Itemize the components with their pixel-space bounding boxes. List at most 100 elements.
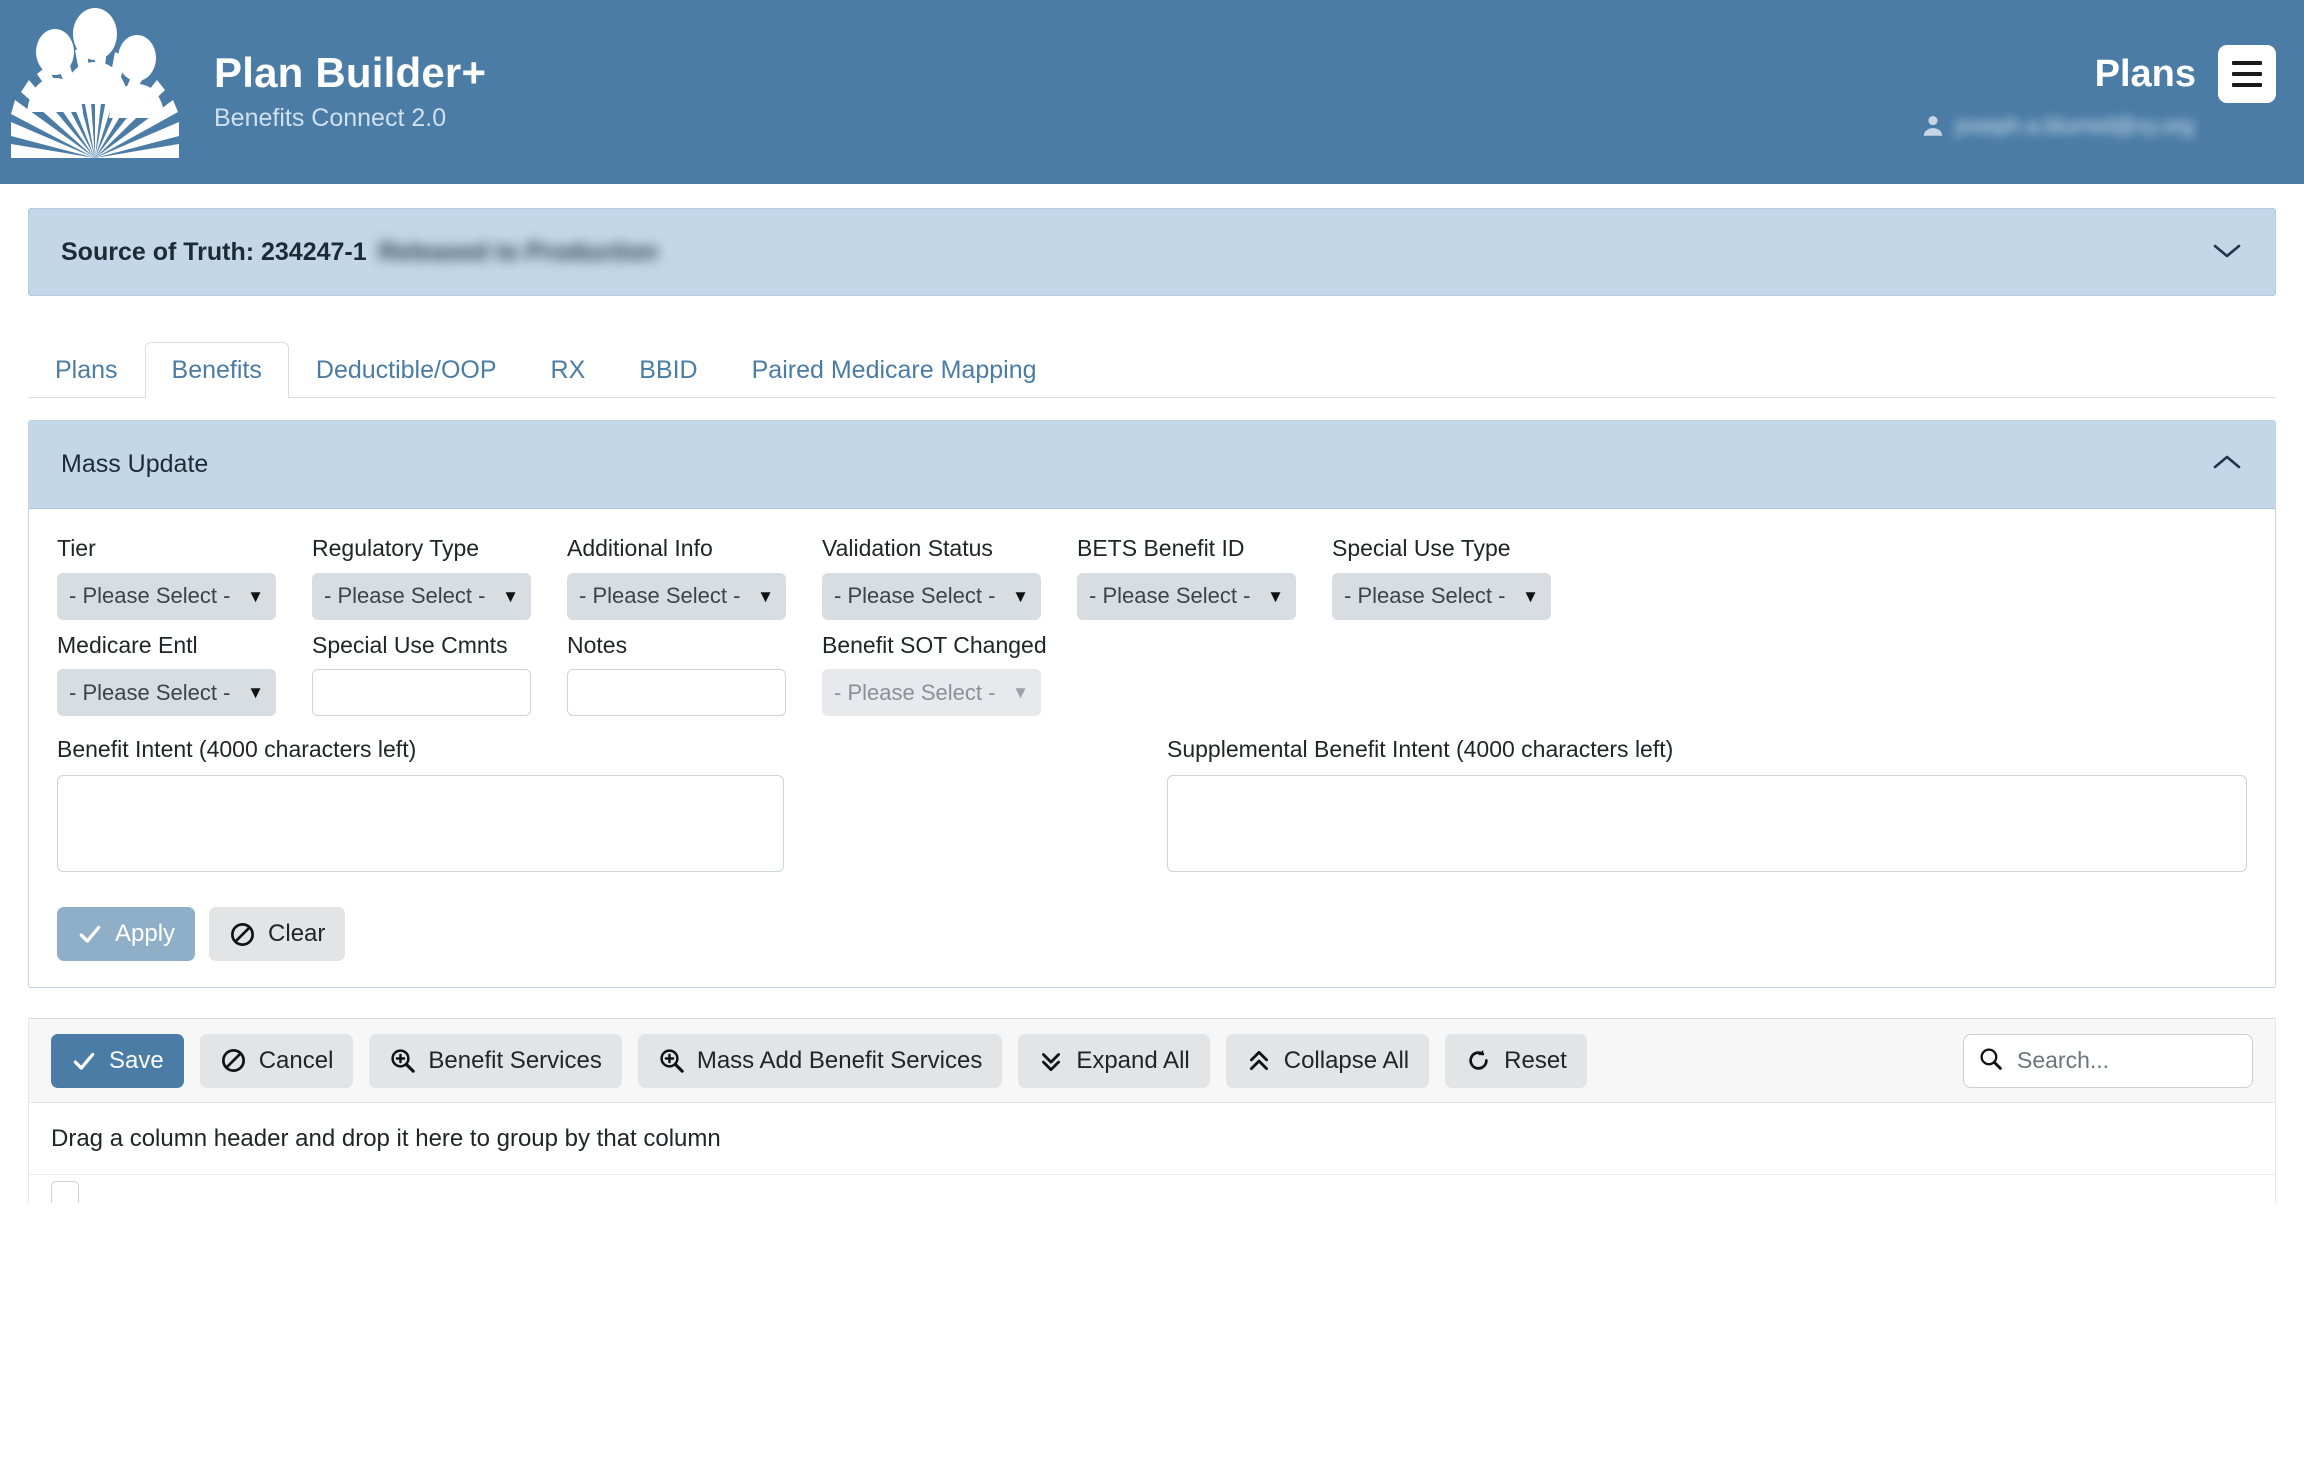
notes-input[interactable]	[567, 669, 786, 717]
field-label: Notes	[567, 631, 628, 658]
hamburger-bar	[2232, 72, 2262, 76]
user-avatar-icon	[1923, 116, 1942, 136]
tab-benefits[interactable]: Benefits	[144, 342, 289, 398]
field-label: Medicare Entl	[57, 631, 198, 658]
tab-rx[interactable]: RX	[524, 342, 613, 398]
select-value: - Please Select -	[834, 583, 996, 609]
additional-info-select[interactable]: - Please Select - ▼	[567, 572, 786, 620]
validation-status-select[interactable]: - Please Select - ▼	[822, 572, 1041, 620]
bets-benefit-id-select[interactable]: - Please Select - ▼	[1077, 572, 1296, 620]
mass-update-actions: Apply Clear	[57, 907, 2247, 962]
user-account[interactable]: joseph.a.blurred@xy.org	[1920, 113, 2276, 139]
supplemental-benefit-intent-textarea[interactable]	[1167, 775, 2247, 873]
chevron-down-icon: ▼	[1012, 683, 1029, 703]
select-value: - Please Select -	[579, 583, 741, 609]
reset-button[interactable]: Reset	[1445, 1033, 1587, 1088]
field-benefit-sot-changed: Benefit SOT Changed - Please Select - ▼	[822, 632, 1077, 717]
header-top-row: Plans	[2095, 45, 2276, 103]
hamburger-bar	[2232, 61, 2262, 65]
field-label: BETS Benefit ID	[1077, 535, 1245, 561]
chevron-down-icon: ▼	[1522, 586, 1539, 606]
field-label: Benefit SOT Changed	[822, 631, 1047, 658]
select-value: - Please Select -	[834, 679, 996, 705]
double-chevron-up-icon	[1246, 1048, 1272, 1074]
hamburger-bar	[2232, 83, 2262, 87]
app-subtitle: Benefits Connect 2.0	[214, 104, 447, 133]
tab-bbid[interactable]: BBID	[612, 342, 724, 398]
search-box[interactable]	[1963, 1033, 2253, 1088]
button-label: Save	[109, 1046, 164, 1074]
field-label: Validation Status	[822, 535, 993, 561]
field-label: Tier	[57, 535, 96, 561]
regulatory-type-select[interactable]: - Please Select - ▼	[312, 572, 531, 620]
mass-update-header[interactable]: Mass Update	[29, 421, 2275, 509]
apply-button[interactable]: Apply	[57, 907, 196, 962]
app-title: Plan Builder+	[214, 48, 487, 96]
field-medicare-entl: Medicare Entl - Please Select - ▼	[57, 632, 312, 717]
tab-plans[interactable]: Plans	[28, 342, 145, 398]
mass-add-benefit-services-button[interactable]: Mass Add Benefit Services	[637, 1033, 1003, 1088]
cancel-button[interactable]: Cancel	[199, 1033, 354, 1088]
field-label: Additional Info	[567, 535, 713, 561]
mass-update-body: Tier - Please Select - ▼ Regulatory Type…	[29, 509, 2275, 987]
source-of-truth-label: Source of Truth: 234247-1	[61, 237, 367, 266]
expand-all-button[interactable]: Expand All	[1018, 1033, 1210, 1088]
chevron-down-icon: ▼	[1267, 586, 1284, 606]
check-icon	[77, 921, 103, 947]
field-label: Regulatory Type	[312, 535, 480, 561]
source-of-truth-panel[interactable]: Source of Truth: 234247-1 Released to Pr…	[28, 208, 2276, 296]
benefit-sot-changed-select[interactable]: - Please Select - ▼	[822, 669, 1041, 717]
chevron-down-icon: ▼	[757, 586, 774, 606]
button-label: Expand All	[1076, 1046, 1190, 1074]
mass-update-row-2: Medicare Entl - Please Select - ▼ Specia…	[57, 632, 2247, 729]
group-by-hint: Drag a column header and drop it here to…	[51, 1124, 721, 1152]
button-label: Benefit Services	[428, 1046, 602, 1074]
zoom-in-icon	[658, 1047, 685, 1074]
chevron-down-icon: ▼	[247, 586, 264, 606]
benefit-intent-textarea[interactable]	[57, 775, 784, 873]
field-label: Special Use Type	[1332, 535, 1511, 561]
double-chevron-down-icon	[1038, 1048, 1064, 1074]
field-bets-benefit-id: BETS Benefit ID - Please Select - ▼	[1077, 535, 1332, 620]
benefit-intent-block: Benefit Intent (4000 characters left)	[57, 736, 1115, 877]
chevron-up-icon[interactable]	[2211, 452, 2243, 477]
no-entry-icon	[229, 921, 256, 948]
three-people-sunburst-logo-icon	[11, 8, 179, 158]
hamburger-menu-icon[interactable]	[2218, 45, 2276, 103]
select-value: - Please Select -	[69, 679, 231, 705]
field-tier: Tier - Please Select - ▼	[57, 535, 312, 620]
header-section-label: Plans	[2094, 52, 2196, 95]
benefit-intent-row: Benefit Intent (4000 characters left) Su…	[57, 736, 2247, 877]
medicare-entl-select[interactable]: - Please Select - ▼	[57, 669, 276, 717]
supplemental-benefit-intent-block: Supplemental Benefit Intent (4000 charac…	[1167, 736, 2247, 877]
search-input[interactable]	[2015, 1046, 2238, 1076]
tab-deductible-oop[interactable]: Deductible/OOP	[289, 342, 524, 398]
clear-button[interactable]: Clear	[209, 907, 346, 962]
chevron-down-icon[interactable]	[2211, 240, 2243, 265]
refresh-icon	[1465, 1047, 1492, 1074]
button-label: Apply	[115, 920, 176, 948]
check-icon	[71, 1048, 97, 1074]
special-use-type-select[interactable]: - Please Select - ▼	[1332, 572, 1551, 620]
brand-text-block: Plan Builder+ Benefits Connect 2.0	[214, 48, 487, 133]
chevron-down-icon: ▼	[502, 586, 519, 606]
chevron-down-icon: ▼	[247, 683, 264, 703]
field-label: Special Use Cmnts	[312, 631, 508, 658]
tier-select[interactable]: - Please Select - ▼	[57, 572, 276, 620]
select-value: - Please Select -	[1089, 583, 1251, 609]
group-by-dropzone[interactable]: Drag a column header and drop it here to…	[29, 1103, 2275, 1176]
tab-paired-medicare-mapping[interactable]: Paired Medicare Mapping	[725, 342, 1064, 398]
benefit-intent-label: Benefit Intent (4000 characters left)	[57, 736, 417, 763]
field-special-use-cmnts: Special Use Cmnts	[312, 632, 567, 717]
collapse-all-button[interactable]: Collapse All	[1225, 1033, 1430, 1088]
app-header: Plan Builder+ Benefits Connect 2.0 Plans…	[0, 0, 2304, 184]
mass-update-card: Mass Update Tier - Please Select - ▼ Reg…	[28, 420, 2276, 989]
no-entry-icon	[220, 1047, 247, 1074]
select-value: - Please Select -	[324, 583, 486, 609]
save-button[interactable]: Save	[51, 1033, 184, 1088]
button-label: Reset	[1504, 1046, 1567, 1074]
field-special-use-type: Special Use Type - Please Select - ▼	[1332, 535, 1587, 620]
special-use-cmnts-input[interactable]	[312, 669, 531, 717]
benefit-services-button[interactable]: Benefit Services	[369, 1033, 622, 1088]
select-all-checkbox[interactable]	[51, 1181, 79, 1204]
